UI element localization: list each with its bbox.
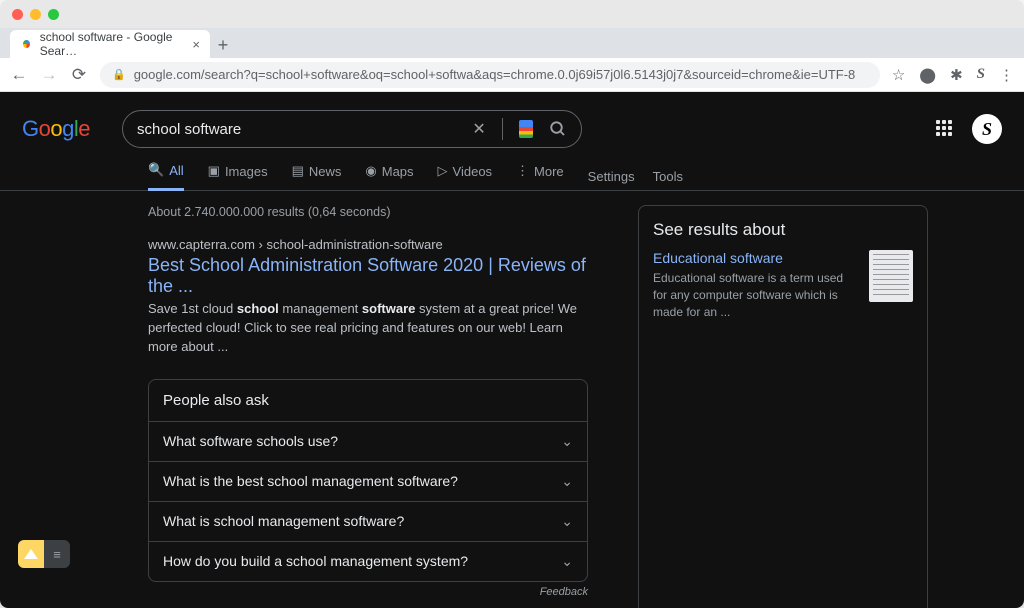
kp-thumbnail[interactable] — [869, 250, 913, 302]
result-stats: About 2.740.000.000 results (0,64 second… — [148, 205, 588, 219]
page-content: Google ✕ S 🔍All ▣Images — [0, 92, 1024, 608]
play-icon: ▷ — [438, 163, 448, 179]
tab-news[interactable]: ▤News — [292, 163, 342, 189]
result-title[interactable]: Best School Administration Software 2020… — [148, 255, 588, 297]
tab-more[interactable]: ⋮More — [516, 163, 564, 189]
kp-header: See results about — [653, 220, 913, 240]
knowledge-panel: See results about Educational software E… — [638, 205, 928, 608]
extension-icon[interactable]: ⬤ — [919, 66, 936, 84]
divider — [502, 118, 503, 140]
tab-videos[interactable]: ▷Videos — [438, 163, 493, 189]
profile-icon[interactable]: S — [977, 66, 985, 83]
puzzle-icon[interactable]: ✱ — [950, 66, 963, 84]
tab-all[interactable]: 🔍All — [148, 162, 184, 191]
settings-link[interactable]: Settings — [588, 169, 635, 184]
google-favicon-icon — [20, 37, 33, 51]
paa-question[interactable]: What is the best school management softw… — [149, 461, 587, 501]
mic-icon[interactable] — [517, 120, 535, 138]
tab-images[interactable]: ▣Images — [208, 163, 268, 189]
menu-icon[interactable]: ⋮ — [999, 66, 1014, 84]
search-icon: 🔍 — [148, 162, 164, 178]
chevron-down-icon: ⌄ — [561, 473, 573, 490]
star-icon[interactable]: ☆ — [892, 66, 905, 84]
back-icon[interactable]: ← — [10, 65, 28, 85]
paa-question[interactable]: What is school management software?⌄ — [149, 501, 587, 541]
search-box[interactable]: ✕ — [122, 110, 582, 148]
sun-icon — [18, 540, 44, 568]
account-avatar[interactable]: S — [972, 114, 1002, 144]
result-breadcrumb: www.capterra.com › school-administration… — [148, 237, 588, 252]
paa-question[interactable]: What software schools use?⌄ — [149, 421, 587, 461]
feedback-link[interactable]: Feedback — [148, 586, 588, 598]
close-icon[interactable]: × — [192, 37, 200, 52]
chevron-down-icon: ⌄ — [561, 433, 573, 450]
search-icon[interactable] — [549, 120, 567, 138]
tools-link[interactable]: Tools — [653, 169, 683, 184]
lock-icon: 🔒 — [112, 68, 126, 81]
url-input[interactable]: 🔒 google.com/search?q=school+software&oq… — [100, 62, 880, 88]
search-tabs: 🔍All ▣Images ▤News ◉Maps ▷Videos ⋮More S… — [0, 148, 1024, 191]
address-bar: ← → ⟳ 🔒 google.com/search?q=school+softw… — [0, 58, 1024, 92]
forward-icon[interactable]: → — [40, 65, 58, 85]
kp-description: Educational software is a term used for … — [653, 270, 859, 320]
clear-icon[interactable]: ✕ — [470, 120, 488, 138]
window-close-button[interactable] — [12, 9, 23, 20]
window-maximize-button[interactable] — [48, 9, 59, 20]
browser-tab[interactable]: school software - Google Sear… × — [10, 30, 210, 58]
news-icon: ▤ — [292, 163, 304, 179]
people-also-ask: People also ask What software schools us… — [148, 379, 588, 582]
paa-title: People also ask — [149, 380, 587, 421]
list-icon: ≡ — [44, 540, 70, 568]
image-icon: ▣ — [208, 163, 220, 179]
kp-title-link[interactable]: Educational software — [653, 250, 859, 266]
tab-title: school software - Google Sear… — [40, 30, 186, 58]
search-result: www.capterra.com › school-administration… — [148, 237, 588, 357]
window-minimize-button[interactable] — [30, 9, 41, 20]
paa-question[interactable]: How do you build a school management sys… — [149, 541, 587, 581]
google-logo[interactable]: Google — [22, 116, 90, 142]
chevron-down-icon: ⌄ — [561, 513, 573, 530]
search-input[interactable] — [137, 121, 470, 138]
apps-icon[interactable] — [936, 120, 954, 138]
window-titlebar — [0, 0, 1024, 28]
result-snippet: Save 1st cloud school management softwar… — [148, 300, 588, 357]
more-icon: ⋮ — [516, 163, 529, 179]
url-text: google.com/search?q=school+software&oq=s… — [134, 67, 856, 82]
tab-maps[interactable]: ◉Maps — [365, 163, 413, 189]
pin-icon: ◉ — [365, 163, 376, 179]
reload-icon[interactable]: ⟳ — [70, 65, 88, 85]
theme-widget[interactable]: ≡ — [18, 540, 70, 568]
new-tab-button[interactable]: + — [210, 32, 236, 58]
browser-tabbar: school software - Google Sear… × + — [0, 28, 1024, 58]
chevron-down-icon: ⌄ — [561, 553, 573, 570]
